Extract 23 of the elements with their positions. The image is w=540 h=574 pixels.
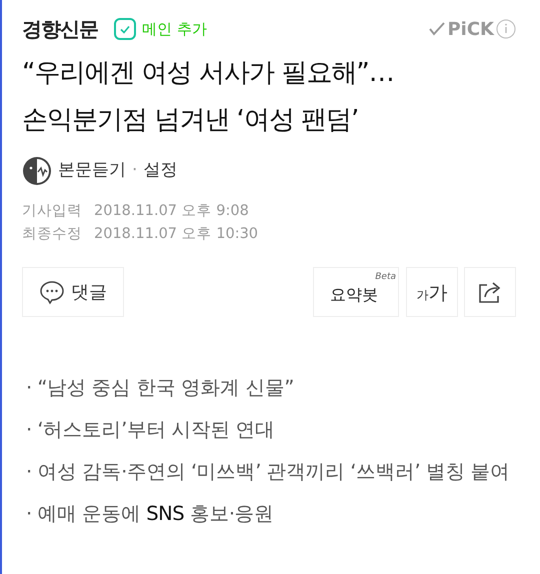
separator-dot: · [132,159,138,182]
share-button[interactable] [464,267,516,317]
listen-link[interactable]: 본문듣기 [58,158,126,184]
comment-button[interactable]: 댓글 [22,267,124,317]
summary-item: · “남성 중심 한국 영화계 신물” [26,375,295,401]
check-icon [114,18,136,40]
beta-label: Beta [375,271,396,284]
summary-item: · 여성 감독·주연의 ‘미쓰백’ 관객끼리 ‘쓰백러’ 별칭 붙여 [26,459,511,485]
check-icon [429,22,446,36]
headline-line: “우리에겐 여성 서사가 필요해”… [22,57,395,90]
date-label: 기사입력 [22,202,82,221]
date-label: 최종수정 [22,225,82,244]
font-size-button[interactable]: 가가 [406,267,458,317]
speaking-head-icon [22,156,52,186]
pick-label: PiCK [429,16,494,42]
date-value: 2018.11.07 오후 9:08 [94,202,249,221]
settings-link[interactable]: 설정 [143,158,178,184]
speech-bubble-icon [39,279,65,305]
summary-item: · ‘허스토리’부터 시작된 연대 [26,417,276,443]
summary-item: · 예매 운동에 SNS 홍보·응원 [26,501,275,527]
headline-line: 손익분기점 넘겨낸 ‘여성 팬덤’ [22,104,360,137]
press-name: 경향신문 [22,16,98,43]
date-value: 2018.11.07 오후 10:30 [94,225,258,244]
